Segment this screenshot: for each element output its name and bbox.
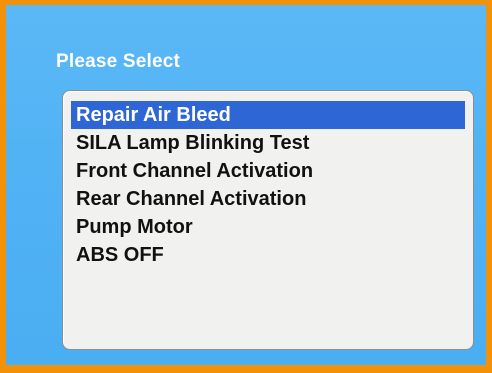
menu-item-repair-air-bleed[interactable]: Repair Air Bleed	[71, 101, 465, 129]
menu-item-abs-off[interactable]: ABS OFF	[71, 241, 465, 269]
screen: Please Select Repair Air Bleed SILA Lamp…	[6, 5, 486, 365]
menu-item-pump-motor[interactable]: Pump Motor	[71, 213, 465, 241]
dialog-title: Please Select	[56, 51, 181, 72]
menu-item-rear-channel-activation[interactable]: Rear Channel Activation	[71, 185, 465, 213]
device-frame: Please Select Repair Air Bleed SILA Lamp…	[0, 0, 492, 373]
menu-item-sila-lamp-blinking-test[interactable]: SILA Lamp Blinking Test	[71, 129, 465, 157]
menu-item-front-channel-activation[interactable]: Front Channel Activation	[71, 157, 465, 185]
selection-menu: Repair Air Bleed SILA Lamp Blinking Test…	[62, 90, 474, 350]
menu-list: Repair Air Bleed SILA Lamp Blinking Test…	[71, 101, 465, 269]
